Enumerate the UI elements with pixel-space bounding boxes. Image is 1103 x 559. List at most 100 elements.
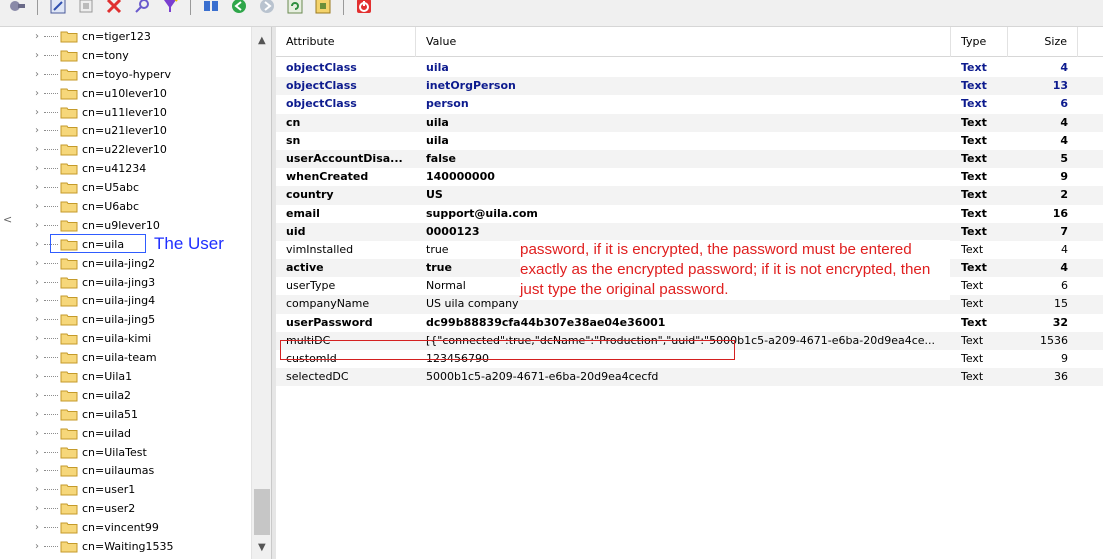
value-cell: support@uila.com [426,206,538,220]
scroll-thumb[interactable] [254,489,270,535]
chevron-right-icon[interactable]: › [30,144,44,155]
chevron-right-icon[interactable]: › [30,352,44,363]
chevron-right-icon[interactable]: › [30,333,44,344]
chevron-right-icon[interactable]: › [30,484,44,495]
chevron-right-icon[interactable]: › [30,295,44,306]
header-size[interactable]: Size [1008,27,1078,57]
table-row[interactable]: multiDC [{"connected":true,"dcName":"Prod… [276,331,1103,350]
tree-connector [44,92,58,94]
power-icon[interactable] [353,0,375,17]
tree-item-label: cn=uila51 [82,407,139,421]
chevron-right-icon[interactable]: › [30,31,44,42]
tree-item[interactable]: › cn=u9lever10 [30,216,174,235]
tree-item[interactable]: › cn=uila [30,235,174,254]
tree-item[interactable]: › cn=uilaumas [30,461,174,480]
scroll-down-icon[interactable]: ▼ [258,542,266,553]
tree-connector [44,451,58,453]
chevron-right-icon[interactable]: › [30,277,44,288]
table-row[interactable]: customId 123456790 Text 9 [276,350,1103,368]
chevron-right-icon[interactable]: › [30,428,44,439]
tree-item[interactable]: › cn=uila-team [30,348,174,367]
chevron-right-icon[interactable]: › [30,107,44,118]
scroll-up-icon[interactable]: ▲ [258,35,266,46]
chevron-right-icon[interactable]: › [30,465,44,476]
folder-icon [60,124,78,137]
tree-item[interactable]: › cn=user2 [30,499,174,518]
tree-item[interactable]: › cn=uila-jing2 [30,254,174,273]
table-row[interactable]: whenCreated 140000000 Text 9 [276,168,1103,186]
header-value[interactable]: Value [416,27,951,57]
table-row[interactable]: objectClass person Text 6 [276,95,1103,113]
tree-item[interactable]: › cn=uilad [30,424,174,443]
table-row[interactable]: userPassword dc99b88839cfa44b307e38ae04e3… [276,314,1103,332]
tree-item[interactable]: › cn=Waiting1535 [30,537,174,556]
chevron-right-icon[interactable]: › [30,522,44,533]
header-type[interactable]: Type [951,27,1008,57]
tree-item-label: cn=uilad [82,426,132,440]
table-row[interactable]: objectClass inetOrgPerson Text 13 [276,77,1103,96]
tree-item[interactable]: › cn=u21lever10 [30,121,174,140]
tree-item[interactable]: › cn=uila-jing3 [30,273,174,292]
tree-item[interactable]: › cn=U5abc [30,178,174,197]
edit-icon[interactable] [47,0,69,17]
chevron-right-icon[interactable]: › [30,314,44,325]
tree-scrollbar[interactable]: ▲ ▼ [251,27,271,559]
properties-icon[interactable] [75,0,97,17]
tree-item[interactable]: › cn=uila-jing5 [30,310,174,329]
table-row[interactable]: objectClass uila Text 4 [276,59,1103,77]
tree-item[interactable]: › cn=uila-kimi [30,329,174,348]
value-cell: [{"connected":true,"dcName":"Production"… [426,333,936,347]
folder-icon [60,502,78,515]
tree-item[interactable]: › cn=user1 [30,480,174,499]
tree-item[interactable]: › cn=toyo-hyperv [30,65,174,84]
tree-item[interactable]: › cn=uila-jing4 [30,291,174,310]
chevron-right-icon[interactable]: › [30,182,44,193]
chevron-right-icon[interactable]: › [30,239,44,250]
chevron-right-icon[interactable]: › [30,220,44,231]
tree-item[interactable]: › cn=vincent99 [30,518,174,537]
chevron-right-icon[interactable]: › [30,390,44,401]
chevron-right-icon[interactable]: › [30,50,44,61]
tree-item[interactable]: › cn=u22lever10 [30,140,174,159]
tree-item[interactable]: › cn=u11lever10 [30,103,174,122]
table-row[interactable]: sn uila Text 4 [276,132,1103,150]
table-row[interactable]: selectedDC 5000b1c5-a209-4671-e6ba-20d9ea… [276,368,1103,387]
tree-item[interactable]: › cn=UilaTest [30,443,174,462]
size-cell: 16 [1052,206,1068,220]
export-icon[interactable] [312,0,334,17]
tree-item[interactable]: › cn=tiger123 [30,27,174,46]
tree-connector [44,545,58,547]
tree-item[interactable]: › cn=u41234 [30,159,174,178]
chevron-right-icon[interactable]: › [30,163,44,174]
chevron-right-icon[interactable]: › [30,258,44,269]
header-attribute[interactable]: Attribute [276,27,416,57]
tree-item[interactable]: › cn=uila51 [30,405,174,424]
tree-item[interactable]: › cn=tony [30,46,174,65]
chevron-right-icon[interactable]: › [30,447,44,458]
search-icon[interactable] [131,0,153,17]
table-row[interactable]: country US Text 2 [276,186,1103,205]
book-icon[interactable] [200,0,222,17]
chevron-right-icon[interactable]: › [30,69,44,80]
chevron-right-icon[interactable]: › [30,88,44,99]
forward-icon[interactable] [256,0,278,17]
table-row[interactable]: userAccountDisa... false Text 5 [276,149,1103,169]
back-icon[interactable] [228,0,250,17]
chevron-right-icon[interactable]: › [30,541,44,552]
connect-icon[interactable] [6,0,28,17]
tree-item[interactable]: › cn=uila2 [30,386,174,405]
chevron-right-icon[interactable]: › [30,201,44,212]
chevron-right-icon[interactable]: › [30,371,44,382]
refresh-icon[interactable] [284,0,306,17]
filter-icon[interactable] [159,0,181,17]
table-row[interactable]: cn uila Text 4 [276,113,1103,132]
table-row[interactable]: email support@uila.com Text 16 [276,205,1103,223]
tree-item[interactable]: › cn=Uila1 [30,367,174,386]
chevron-right-icon[interactable]: › [30,503,44,514]
chevron-right-icon[interactable]: › [30,125,44,136]
tree-item[interactable]: › cn=u10lever10 [30,84,174,103]
chevron-right-icon[interactable]: › [30,409,44,420]
delete-icon[interactable] [103,0,125,17]
tree-item[interactable]: › cn=U6abc [30,197,174,216]
table-row[interactable]: uid 0000123 Text 7 [276,222,1103,241]
